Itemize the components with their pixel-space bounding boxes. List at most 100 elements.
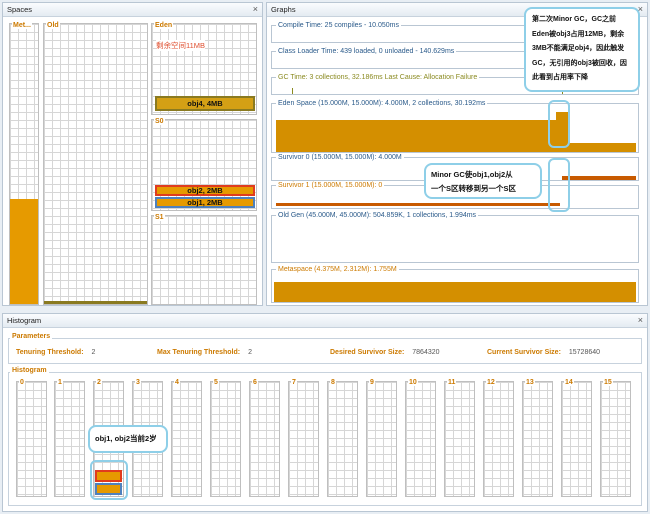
survivor0-label: Survivor 0 (15.000M, 15.000M): 4.000M bbox=[276, 154, 404, 161]
age-bucket-label: 11 bbox=[447, 379, 457, 386]
age-bucket-14: 14 bbox=[561, 379, 592, 497]
s1-space: S1 bbox=[151, 214, 257, 305]
eden-label: Eden bbox=[154, 22, 174, 29]
age-bucket-15: 15 bbox=[600, 379, 631, 497]
callout-highlight-eden bbox=[548, 100, 570, 148]
age-bucket-11: 11 bbox=[444, 379, 475, 497]
s0-space: S0 obj2, 2MB obj1, 2MB bbox=[151, 118, 257, 211]
age-bucket-label: 13 bbox=[525, 379, 535, 386]
desired-survivor-label: Desired Survivor Size: bbox=[330, 349, 405, 356]
eden-graph-label: Eden Space (15.000M, 15.000M): 4.000M, 2… bbox=[276, 100, 488, 107]
max-tenuring-value: 2 bbox=[248, 349, 252, 356]
gc-time-label: GC Time: 3 collections, 32.186ms Last Ca… bbox=[276, 74, 480, 81]
callout-line: 一个S区转移到另一个S区 bbox=[431, 184, 517, 193]
max-tenuring-label: Max Tenuring Threshold: bbox=[157, 349, 241, 356]
age-bucket-5: 5 bbox=[210, 379, 241, 497]
histogram-title-text: Histogram bbox=[7, 316, 42, 325]
callout-line: Eden被obj3占用12MB，剩余 bbox=[532, 30, 625, 38]
desired-survivor-size: Desired Survivor Size: 7864320 bbox=[330, 349, 440, 356]
old-space: Old bbox=[43, 22, 148, 305]
old-gen-label: Old Gen (45.000M, 45.000M): 504.859K, 1 … bbox=[276, 212, 479, 219]
age-bucket-label: 0 bbox=[19, 379, 25, 386]
age-bucket-10: 10 bbox=[405, 379, 436, 497]
age-bucket-label: 6 bbox=[252, 379, 258, 386]
callout-age: obj1, obj2当前2岁 bbox=[88, 425, 168, 453]
eden-graph: Eden Space (15.000M, 15.000M): 4.000M, 2… bbox=[271, 100, 639, 153]
age-bucket-9: 9 bbox=[366, 379, 397, 497]
age-bucket-label: 4 bbox=[174, 379, 180, 386]
age-bucket-label: 7 bbox=[291, 379, 297, 386]
callout-line: 第二次Minor GC，GC之前 bbox=[532, 16, 616, 23]
metaspace-graph-label: Metaspace (4.375M, 2.312M): 1.755M bbox=[276, 266, 399, 273]
callout-minor-gc-move: Minor GC使obj1,obj2从 一个S区转移到另一个S区 bbox=[424, 163, 542, 199]
age-bucket-label: 15 bbox=[603, 379, 613, 386]
age-bucket-1: 1 bbox=[54, 379, 85, 497]
age-bucket-6: 6 bbox=[249, 379, 280, 497]
tenuring-threshold: Tenuring Threshold: 2 bbox=[16, 349, 95, 356]
obj4-label: obj4, 4MB bbox=[187, 99, 223, 108]
s0-label: S0 bbox=[154, 118, 165, 125]
compile-time-label: Compile Time: 25 compiles - 10.050ms bbox=[276, 22, 401, 29]
old-label: Old bbox=[46, 22, 60, 29]
current-survivor-value: 15728640 bbox=[568, 349, 601, 356]
age-bucket-label: 2 bbox=[96, 379, 102, 386]
histogram-section-title: Histogram bbox=[10, 367, 49, 374]
metaspace-area bbox=[274, 282, 636, 302]
age-bucket-4: 4 bbox=[171, 379, 202, 497]
close-icon[interactable]: × bbox=[253, 3, 258, 16]
metaspace-graph: Metaspace (4.375M, 2.312M): 1.755M bbox=[271, 266, 639, 303]
age-bucket-label: 5 bbox=[213, 379, 219, 386]
callout-minor-gc-2: 第二次Minor GC，GC之前 Eden被obj3占用12MB，剩余 3MB不… bbox=[524, 7, 640, 92]
age-bucket-8: 8 bbox=[327, 379, 358, 497]
age-bucket-label: 1 bbox=[57, 379, 63, 386]
graphs-title-text: Graphs bbox=[271, 5, 296, 14]
current-survivor-size: Current Survivor Size: 15728640 bbox=[487, 349, 600, 356]
callout-highlight-survivor bbox=[548, 158, 570, 212]
current-survivor-label: Current Survivor Size: bbox=[487, 349, 561, 356]
old-gen-graph: Old Gen (45.000M, 45.000M): 504.859K, 1 … bbox=[271, 212, 639, 263]
tenuring-threshold-label: Tenuring Threshold: bbox=[16, 349, 84, 356]
eden-space: Eden 剩余空间11MB obj4, 4MB bbox=[151, 22, 257, 115]
age-bucket-13: 13 bbox=[522, 379, 553, 497]
gc-spike-1 bbox=[292, 88, 293, 94]
obj2-label: obj2, 2MB bbox=[187, 186, 223, 195]
age-bucket-label: 9 bbox=[369, 379, 375, 386]
parameters-title: Parameters bbox=[10, 333, 53, 340]
age-bucket-label: 8 bbox=[330, 379, 336, 386]
close-icon[interactable]: × bbox=[638, 314, 643, 327]
s1-label: S1 bbox=[154, 214, 165, 221]
age-bucket-label: 12 bbox=[486, 379, 496, 386]
old-fill bbox=[44, 301, 147, 304]
obj2-block: obj2, 2MB bbox=[155, 185, 255, 196]
histogram-panel-title: Histogram × bbox=[3, 314, 647, 328]
eden-remaining-note: 剩余空间11MB bbox=[156, 40, 206, 51]
age-bucket-label: 14 bbox=[564, 379, 574, 386]
age-bucket-0: 0 bbox=[16, 379, 47, 497]
spaces-panel-title: Spaces × bbox=[3, 3, 262, 17]
tenuring-threshold-value: 2 bbox=[91, 349, 96, 356]
callout-line: 3MB不能满足obj4，因此触发 bbox=[532, 45, 625, 52]
callout-line: Minor GC使obj1,obj2从 bbox=[431, 170, 513, 179]
metaspace-label: Met... bbox=[12, 22, 32, 29]
callout-line: obj1, obj2当前2岁 bbox=[95, 434, 157, 443]
callout-line: GC，无引用的obj3被回收，因 bbox=[532, 59, 627, 67]
classloader-label: Class Loader Time: 439 loaded, 0 unloade… bbox=[276, 48, 457, 55]
obj1-block: obj1, 2MB bbox=[155, 197, 255, 208]
eden-area-1 bbox=[276, 120, 556, 152]
survivor1-area bbox=[276, 203, 560, 206]
obj4-block: obj4, 4MB bbox=[155, 96, 255, 111]
metaspace-space: Met... bbox=[9, 22, 39, 305]
survivor1-label: Survivor 1 (15.000M, 15.000M): 0 bbox=[276, 182, 385, 189]
obj1-label: obj1, 2MB bbox=[187, 198, 223, 207]
max-tenuring-threshold: Max Tenuring Threshold: 2 bbox=[157, 349, 252, 356]
survivor0-area bbox=[562, 176, 636, 180]
eden-area-3 bbox=[570, 143, 636, 152]
callout-highlight-age bbox=[90, 460, 128, 500]
age-bucket-7: 7 bbox=[288, 379, 319, 497]
spaces-panel: Spaces × Met... Old Eden 剩余空间11MB obj4, … bbox=[2, 2, 263, 306]
spaces-title-text: Spaces bbox=[7, 5, 33, 14]
callout-line: 此看到占用率下降 bbox=[532, 74, 588, 81]
age-bucket-label: 10 bbox=[408, 379, 418, 386]
desired-survivor-value: 7864320 bbox=[412, 349, 440, 356]
age-bucket-12: 12 bbox=[483, 379, 514, 497]
